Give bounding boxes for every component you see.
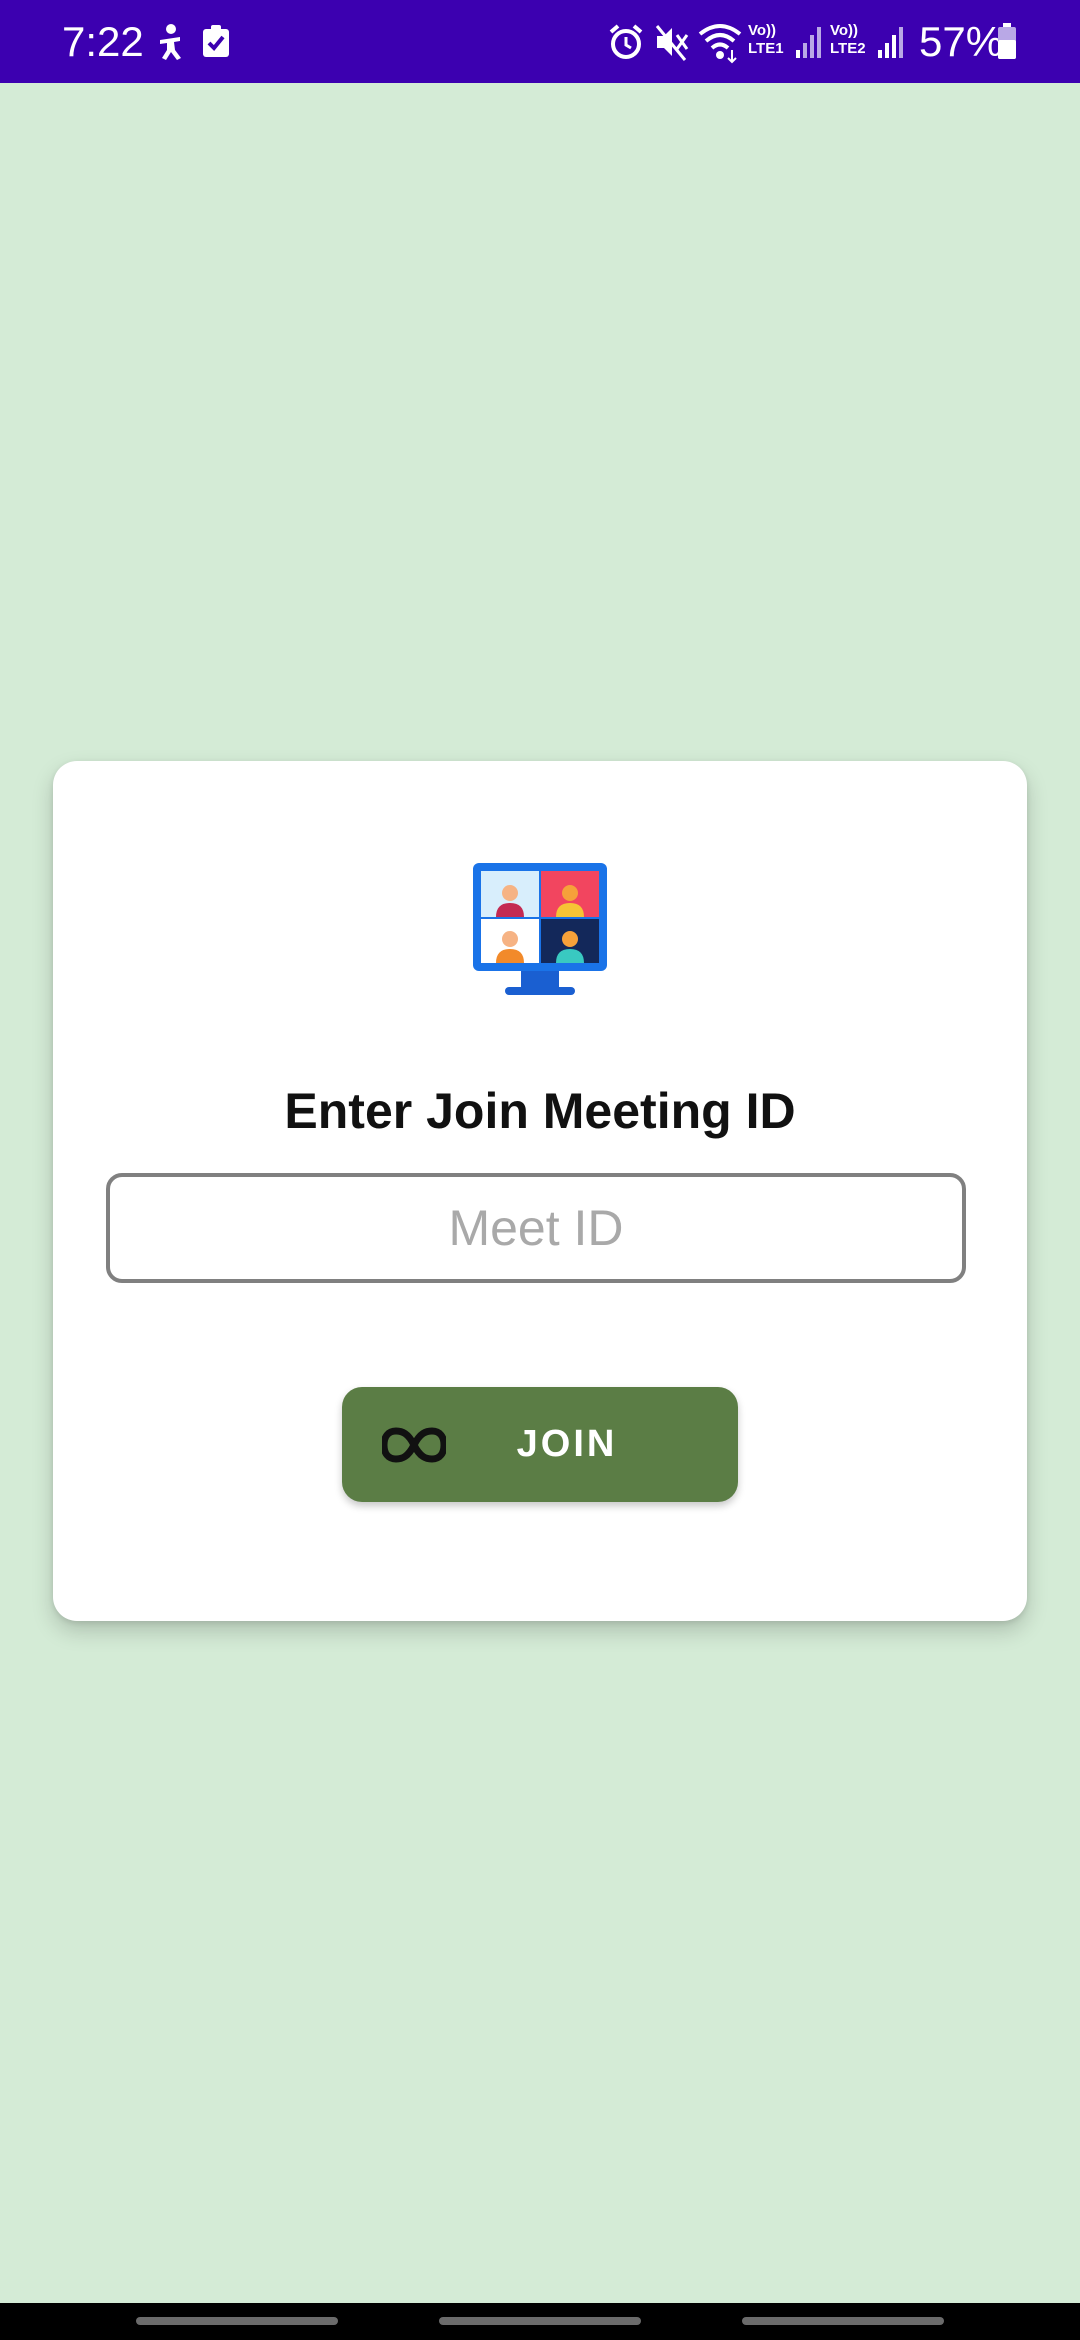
signal-icon [796, 27, 821, 58]
navigation-bar [0, 2303, 1080, 2340]
status-time: 7:22 [62, 18, 144, 65]
nav-home-handle[interactable] [439, 2317, 641, 2325]
accessibility-icon [160, 24, 181, 60]
signal-icon [878, 27, 903, 58]
status-bar: 7:22 Vo)) LTE1 Vo)) LTE2 57% [0, 0, 1080, 83]
join-button[interactable]: JOIN [342, 1387, 738, 1502]
join-button-label: JOIN [516, 1423, 618, 1465]
alarm-icon [609, 24, 643, 59]
nav-back-handle[interactable] [742, 2317, 944, 2325]
task-check-icon [203, 25, 229, 57]
nav-recent-handle[interactable] [136, 2317, 338, 2325]
battery-percent: 57% [919, 18, 1004, 65]
page-title: Enter Join Meeting ID [284, 1083, 796, 1139]
join-meeting-card: Enter Join Meeting ID JOIN [53, 761, 1027, 1621]
wifi-icon [698, 24, 742, 64]
meet-id-input[interactable] [106, 1173, 966, 1283]
sim2-label: Vo)) LTE2 [830, 22, 866, 57]
video-conference-icon [473, 863, 607, 995]
link-icon [382, 1427, 446, 1463]
battery-icon [998, 23, 1016, 59]
mute-icon [655, 25, 689, 61]
sim1-label: Vo)) LTE1 [748, 22, 784, 57]
